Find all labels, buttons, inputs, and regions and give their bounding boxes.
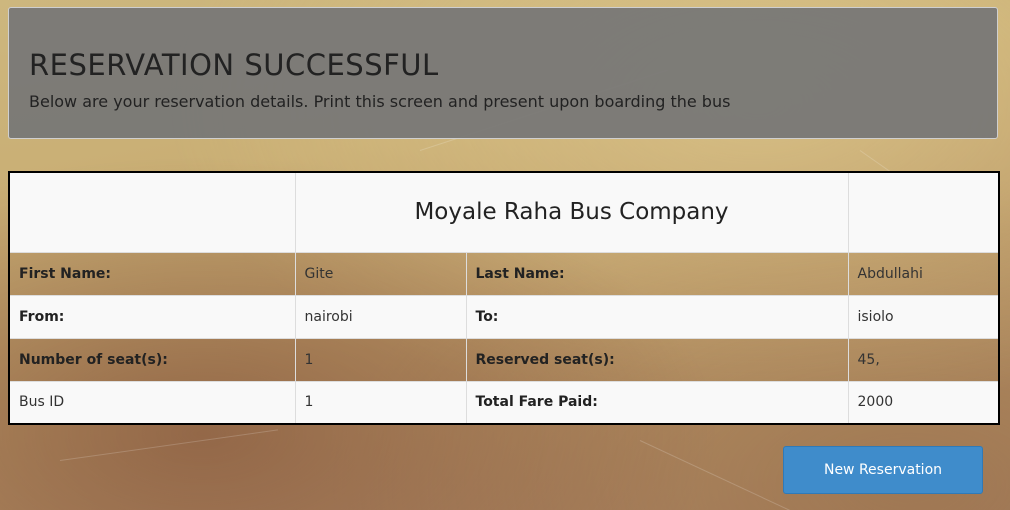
seat-count-value: 1 xyxy=(294,337,467,382)
from-value: nairobi xyxy=(294,294,467,339)
to-label: To: xyxy=(465,294,849,339)
reserved-seats-value: 45, xyxy=(847,337,1000,382)
table-row: Number of seat(s): 1 Reserved seat(s): 4… xyxy=(8,337,1000,382)
table-header-row: Moyale Raha Bus Company xyxy=(8,171,1000,253)
new-reservation-button[interactable]: New Reservation xyxy=(783,446,983,494)
bus-id-value: 1 xyxy=(294,380,467,425)
bus-id-label: Bus ID xyxy=(8,380,296,425)
company-name: Moyale Raha Bus Company xyxy=(294,171,849,253)
reservation-table: Moyale Raha Bus Company First Name: Gite… xyxy=(8,171,1000,425)
first-name-value: Gite xyxy=(294,251,467,296)
success-banner: RESERVATION SUCCESSFUL Below are your re… xyxy=(8,7,998,139)
total-fare-label: Total Fare Paid: xyxy=(465,380,849,425)
background-texture xyxy=(639,440,804,510)
table-row: From: nairobi To: isiolo xyxy=(8,294,1000,339)
total-fare-value: 2000 xyxy=(847,380,1000,425)
reserved-seats-label: Reserved seat(s): xyxy=(465,337,849,382)
last-name-value: Abdullahi xyxy=(847,251,1000,296)
last-name-label: Last Name: xyxy=(465,251,849,296)
table-row: First Name: Gite Last Name: Abdullahi xyxy=(8,251,1000,296)
banner-title: RESERVATION SUCCESSFUL xyxy=(29,48,439,82)
header-cell-empty xyxy=(847,171,1000,253)
first-name-label: First Name: xyxy=(8,251,296,296)
from-label: From: xyxy=(8,294,296,339)
table-row: Bus ID 1 Total Fare Paid: 2000 xyxy=(8,380,1000,425)
to-value: isiolo xyxy=(847,294,1000,339)
header-cell-empty xyxy=(8,171,296,253)
seat-count-label: Number of seat(s): xyxy=(8,337,296,382)
background-texture xyxy=(59,429,278,461)
banner-subtitle: Below are your reservation details. Prin… xyxy=(29,92,731,111)
